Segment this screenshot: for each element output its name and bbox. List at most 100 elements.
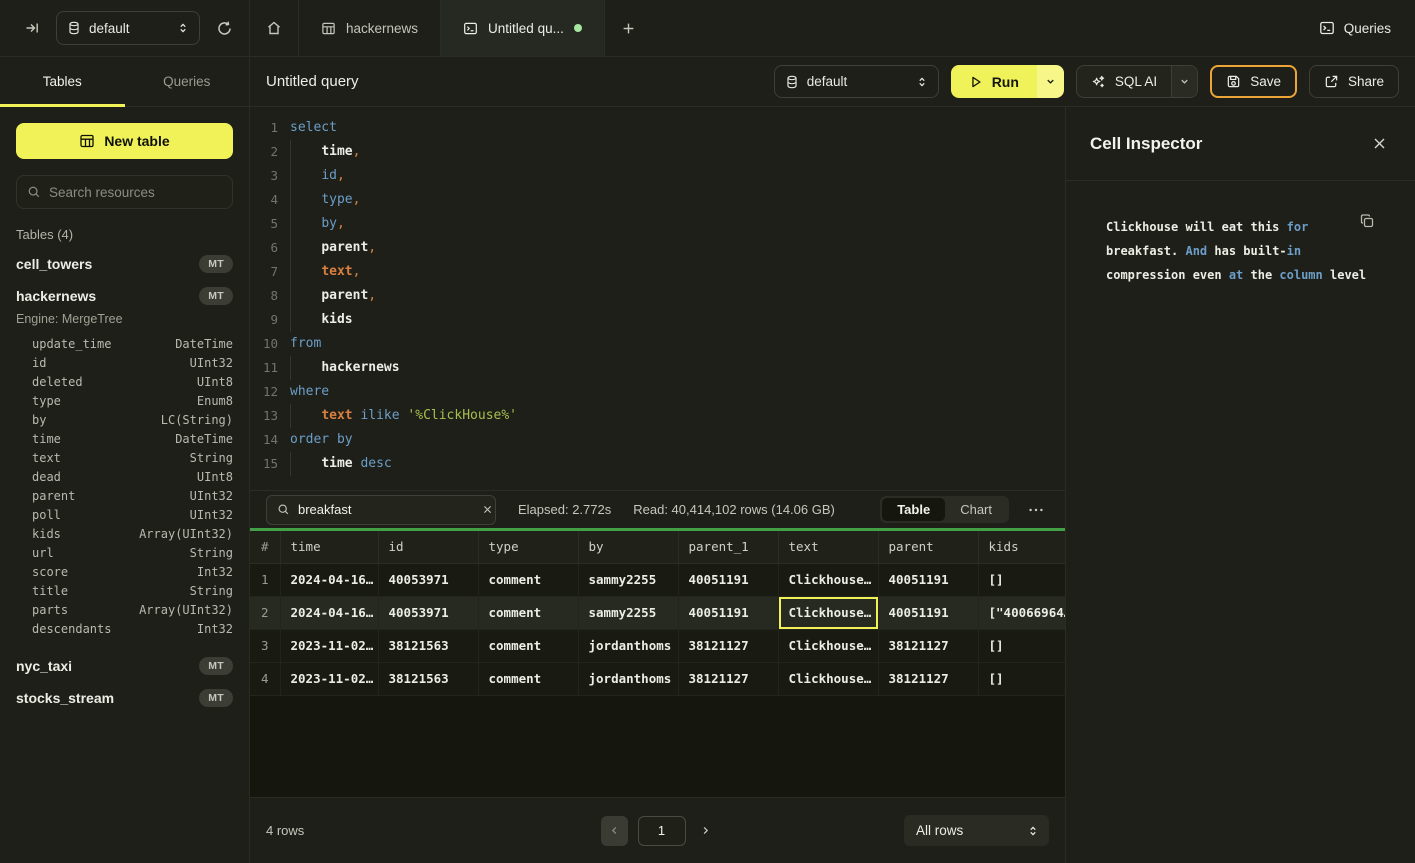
field-type: Int32 bbox=[197, 622, 233, 636]
table-cell[interactable]: Clickhouse… bbox=[778, 629, 878, 662]
indent-guide bbox=[290, 308, 291, 332]
next-page-button[interactable] bbox=[696, 821, 715, 840]
copy-icon[interactable] bbox=[1357, 211, 1377, 231]
row-number: 2 bbox=[250, 596, 280, 629]
table-cell[interactable]: 40053971 bbox=[378, 596, 478, 629]
table-cell[interactable]: 38121127 bbox=[678, 629, 778, 662]
table-cell[interactable]: 2023-11-02… bbox=[280, 662, 378, 695]
topbar-database-selector[interactable]: default bbox=[56, 11, 200, 45]
prev-page-button[interactable] bbox=[601, 816, 628, 846]
table-cell[interactable]: 40051191 bbox=[878, 563, 978, 596]
table-cell[interactable]: Clickhouse… bbox=[778, 563, 878, 596]
table-cell[interactable]: 40051191 bbox=[678, 596, 778, 629]
table-cell[interactable]: jordanthoms bbox=[578, 662, 678, 695]
table-cell[interactable]: ["40066964… bbox=[978, 596, 1065, 629]
schema-field: textString bbox=[0, 448, 249, 467]
page-number-input[interactable] bbox=[638, 816, 686, 846]
unsaved-dot bbox=[574, 24, 582, 32]
indent-guide bbox=[290, 452, 291, 476]
table-cell[interactable]: Clickhouse… bbox=[778, 596, 878, 629]
sidebar-tab-queries[interactable]: Queries bbox=[125, 57, 250, 106]
table-cell[interactable]: sammy2255 bbox=[578, 563, 678, 596]
table-cell[interactable]: sammy2255 bbox=[578, 596, 678, 629]
indent-guide bbox=[290, 188, 291, 212]
column-header[interactable]: text bbox=[778, 531, 878, 563]
indent-guide bbox=[290, 212, 291, 236]
view-tab-table[interactable]: Table bbox=[882, 498, 945, 521]
sidebar-table-item[interactable]: nyc_taxiMT bbox=[0, 650, 249, 682]
add-tab-button[interactable] bbox=[605, 0, 652, 56]
column-header[interactable]: time bbox=[280, 531, 378, 563]
sql-ai-options-button[interactable] bbox=[1171, 66, 1197, 97]
sql-editor[interactable]: 1select2 time,3 id,4 type,5 by,6 parent,… bbox=[250, 107, 1065, 490]
column-header[interactable]: # bbox=[250, 531, 280, 563]
close-icon[interactable] bbox=[1368, 132, 1391, 155]
column-header[interactable]: parent_1 bbox=[678, 531, 778, 563]
table-cell[interactable]: 38121563 bbox=[378, 629, 478, 662]
share-button[interactable]: Share bbox=[1309, 65, 1399, 98]
table-cell[interactable]: comment bbox=[478, 662, 578, 695]
sidebar-table-item[interactable]: hackernewsMT bbox=[0, 280, 249, 312]
row-number: 4 bbox=[250, 662, 280, 695]
schema-field: update_timeDateTime bbox=[0, 334, 249, 353]
more-options-icon[interactable] bbox=[1023, 497, 1049, 523]
new-table-button[interactable]: New table bbox=[16, 123, 233, 159]
sql-ai-button[interactable]: SQL AI bbox=[1077, 66, 1171, 97]
table-cell[interactable]: [] bbox=[978, 629, 1065, 662]
engine-badge: MT bbox=[199, 689, 233, 707]
column-header[interactable]: type bbox=[478, 531, 578, 563]
column-header[interactable]: kids bbox=[978, 531, 1065, 563]
clear-icon[interactable] bbox=[482, 504, 493, 515]
field-name: kids bbox=[32, 527, 61, 541]
column-header[interactable]: parent bbox=[878, 531, 978, 563]
column-header[interactable]: by bbox=[578, 531, 678, 563]
table-cell[interactable]: 38121563 bbox=[378, 662, 478, 695]
tab-untitled-query[interactable]: Untitled qu... bbox=[441, 0, 605, 56]
page-size-selector[interactable]: All rows bbox=[904, 815, 1049, 846]
chevron-updown-icon bbox=[916, 76, 928, 88]
table-cell[interactable]: comment bbox=[478, 629, 578, 662]
sidebar-tab-tables[interactable]: Tables bbox=[0, 57, 125, 106]
table-cell[interactable]: Clickhouse… bbox=[778, 662, 878, 695]
table-cell[interactable]: comment bbox=[478, 596, 578, 629]
sidebar-search-input[interactable] bbox=[49, 185, 222, 200]
collapse-sidebar-icon[interactable] bbox=[20, 16, 44, 40]
table-cell[interactable]: 38121127 bbox=[678, 662, 778, 695]
table-cell[interactable]: 40053971 bbox=[378, 563, 478, 596]
table-cell[interactable]: 38121127 bbox=[878, 662, 978, 695]
field-name: update_time bbox=[32, 337, 111, 351]
schema-field: partsArray(UInt32) bbox=[0, 600, 249, 619]
query-database-selector[interactable]: default bbox=[774, 65, 939, 98]
column-header[interactable]: id bbox=[378, 531, 478, 563]
results-search-input[interactable] bbox=[298, 502, 474, 517]
schema-field: typeEnum8 bbox=[0, 391, 249, 410]
table-cell[interactable]: 38121127 bbox=[878, 629, 978, 662]
table-cell[interactable]: comment bbox=[478, 563, 578, 596]
tab-strip: hackernews Untitled qu... bbox=[250, 0, 1319, 56]
table-cell[interactable]: 40051191 bbox=[878, 596, 978, 629]
results-search[interactable] bbox=[266, 495, 496, 525]
run-button[interactable]: Run bbox=[951, 65, 1037, 98]
refresh-icon[interactable] bbox=[212, 16, 237, 41]
tab-home[interactable] bbox=[250, 0, 299, 56]
run-options-button[interactable] bbox=[1037, 65, 1064, 98]
sidebar-table-item[interactable]: stocks_streamMT bbox=[0, 682, 249, 714]
table-cell[interactable]: 2023-11-02… bbox=[280, 629, 378, 662]
schema-field: deletedUInt8 bbox=[0, 372, 249, 391]
table-cell[interactable]: 2024-04-16… bbox=[280, 596, 378, 629]
tab-hackernews[interactable]: hackernews bbox=[299, 0, 441, 56]
query-toolbar-actions: default Run bbox=[774, 65, 1399, 98]
view-tab-chart[interactable]: Chart bbox=[945, 498, 1007, 521]
table-cell[interactable]: 40051191 bbox=[678, 563, 778, 596]
table-cell[interactable]: 2024-04-16… bbox=[280, 563, 378, 596]
table-cell[interactable]: [] bbox=[978, 662, 1065, 695]
table-cell[interactable]: [] bbox=[978, 563, 1065, 596]
sidebar-search[interactable] bbox=[16, 175, 233, 209]
workspace: 1select2 time,3 id,4 type,5 by,6 parent,… bbox=[250, 107, 1415, 863]
save-button[interactable]: Save bbox=[1210, 65, 1297, 98]
center-panel: 1select2 time,3 id,4 type,5 by,6 parent,… bbox=[250, 107, 1065, 863]
table-cell[interactable]: jordanthoms bbox=[578, 629, 678, 662]
sidebar-table-item[interactable]: cell_towersMT bbox=[0, 248, 249, 280]
schema-field: byLC(String) bbox=[0, 410, 249, 429]
queries-button[interactable]: Queries bbox=[1319, 20, 1391, 36]
